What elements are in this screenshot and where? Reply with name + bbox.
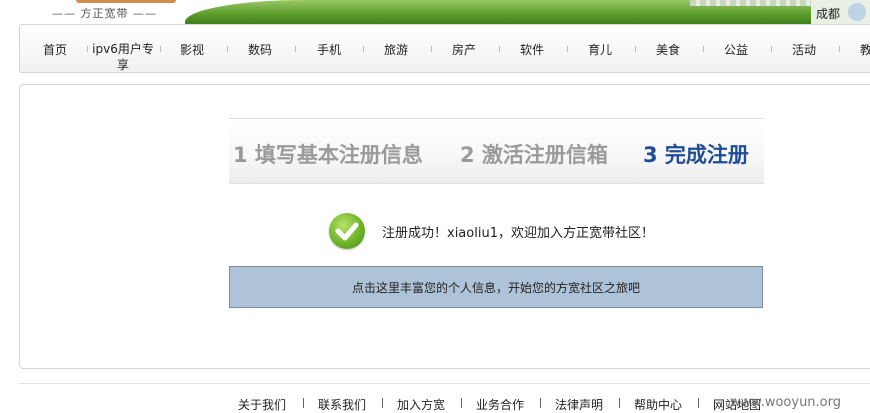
watermark: www.wooyun.org bbox=[730, 395, 842, 410]
footer-separator bbox=[619, 398, 620, 408]
nav-separator bbox=[703, 46, 704, 52]
registration-steps: 1 填写基本注册信息 2 激活注册信箱 3 完成注册 bbox=[229, 118, 764, 184]
nav-separator bbox=[363, 46, 364, 52]
nav-separator bbox=[839, 46, 840, 52]
footer-link-legal[interactable]: 法律声明 bbox=[555, 396, 603, 413]
footer-link-help[interactable]: 帮助中心 bbox=[634, 396, 682, 413]
enrich-profile-label: 点击这里丰富您的个人信息，开始您的方宽社区之旅吧 bbox=[351, 281, 640, 295]
nav-item-charity[interactable]: 公益 bbox=[724, 41, 748, 58]
footer-separator bbox=[382, 398, 383, 408]
footer-link-join[interactable]: 加入方宽 bbox=[397, 396, 445, 413]
nav-separator bbox=[771, 46, 772, 52]
nav-separator bbox=[160, 46, 161, 52]
nav-item-realestate[interactable]: 房产 bbox=[452, 41, 476, 58]
nav-item-travel[interactable]: 旅游 bbox=[384, 41, 408, 58]
logo-subtitle: —— 方正宽带 —— bbox=[52, 7, 157, 20]
step-complete: 3 完成注册 bbox=[643, 143, 749, 167]
nav-item-digital[interactable]: 数码 bbox=[248, 41, 272, 58]
nav-item-ipv6[interactable]: ipv6用户专享 bbox=[92, 41, 154, 73]
nav-separator bbox=[499, 46, 500, 52]
city-name[interactable]: 成都 bbox=[816, 5, 840, 22]
nav-item-video[interactable]: 影视 bbox=[180, 41, 204, 58]
footer-link-about[interactable]: 关于我们 bbox=[238, 396, 286, 413]
footer-separator bbox=[540, 398, 541, 408]
top-banner: —— 方正宽带 —— 成都 bbox=[0, 0, 870, 24]
nav-item-software[interactable]: 软件 bbox=[520, 41, 544, 58]
enrich-profile-button[interactable]: 点击这里丰富您的个人信息，开始您的方宽社区之旅吧 bbox=[229, 266, 763, 308]
nav-item-food[interactable]: 美食 bbox=[656, 41, 680, 58]
footer-separator bbox=[461, 398, 462, 408]
nav-separator bbox=[431, 46, 432, 52]
footer-separator bbox=[303, 398, 304, 408]
nav-item-events[interactable]: 活动 bbox=[792, 41, 816, 58]
footer-link-business[interactable]: 业务合作 bbox=[476, 396, 524, 413]
main-nav: 首页 ipv6用户专享 影视 数码 手机 旅游 房产 软件 育儿 美食 公益 活… bbox=[19, 24, 870, 73]
weather-icon bbox=[848, 3, 866, 21]
nav-item-home[interactable]: 首页 bbox=[43, 41, 67, 58]
nav-separator bbox=[227, 46, 228, 52]
nav-item-parenting[interactable]: 育儿 bbox=[588, 41, 612, 58]
footer-divider bbox=[19, 383, 870, 384]
step-fill-info: 1 填写基本注册信息 bbox=[233, 143, 423, 167]
footer-link-contact[interactable]: 联系我们 bbox=[318, 396, 366, 413]
nav-separator bbox=[567, 46, 568, 52]
step-activate-email: 2 激活注册信箱 bbox=[460, 143, 608, 167]
city-skyline-graphic bbox=[690, 0, 830, 6]
nav-separator bbox=[87, 46, 88, 52]
footer-separator bbox=[698, 398, 699, 408]
nav-item-mobile[interactable]: 手机 bbox=[317, 41, 341, 58]
site-logo[interactable] bbox=[76, 0, 176, 3]
nav-separator bbox=[635, 46, 636, 52]
checkmark-icon bbox=[329, 213, 365, 249]
nav-item-education[interactable]: 教 bbox=[860, 41, 870, 58]
success-message: 注册成功！xiaoliu1，欢迎加入方正宽带社区！ bbox=[382, 226, 654, 241]
nav-separator bbox=[295, 46, 296, 52]
